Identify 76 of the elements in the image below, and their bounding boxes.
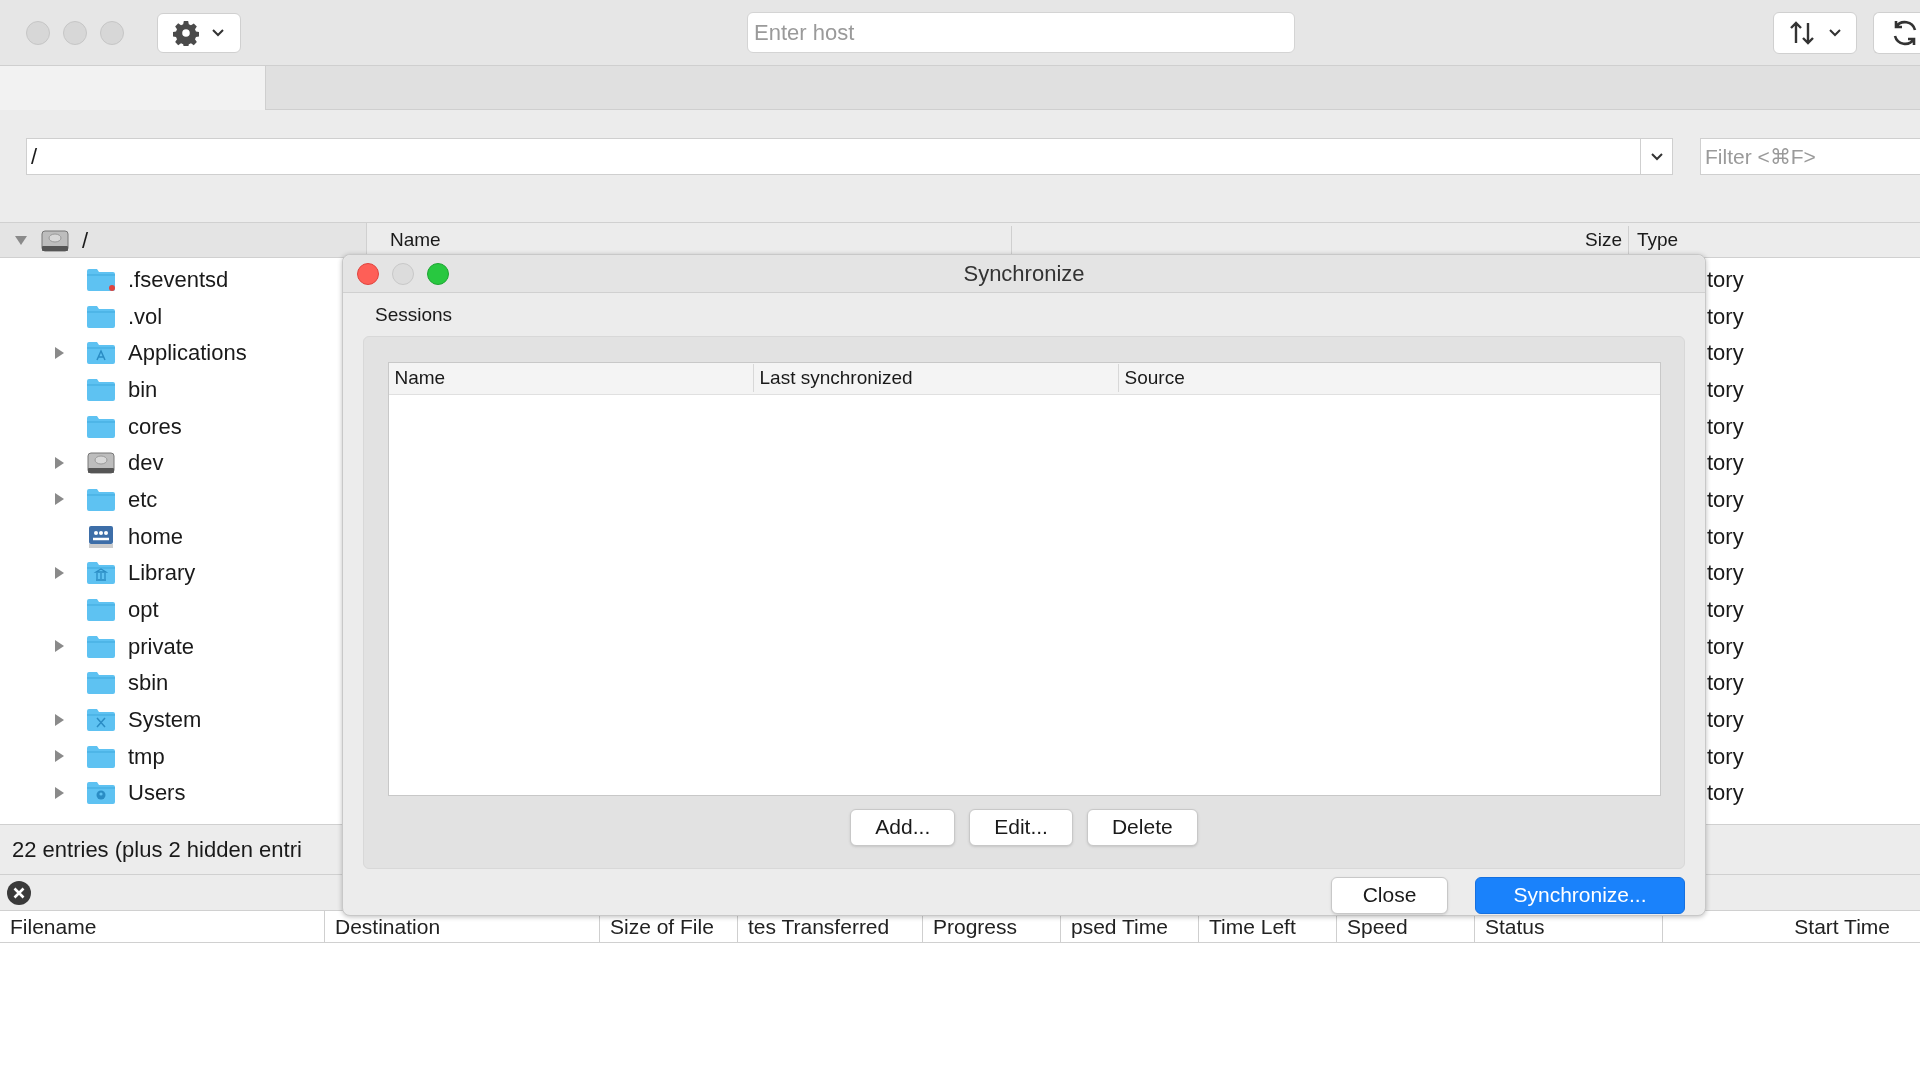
tree-item-label: / bbox=[82, 226, 89, 255]
tree-item-label[interactable]: dev bbox=[128, 446, 164, 480]
dialog-button[interactable]: Add... bbox=[850, 808, 956, 846]
disclosure-triangle-icon[interactable] bbox=[52, 455, 66, 470]
type-cell-text: tory bbox=[1707, 742, 1744, 771]
zoom-window-button[interactable] bbox=[427, 262, 449, 285]
column-header[interactable]: Name bbox=[388, 363, 754, 393]
dialog-button[interactable]: Edit... bbox=[969, 808, 1073, 846]
column-header[interactable]: Type bbox=[1629, 225, 1679, 255]
users-folder-icon bbox=[86, 779, 116, 807]
hard-drive-icon bbox=[86, 449, 116, 477]
close-icon[interactable] bbox=[6, 879, 32, 906]
tree-item-label[interactable]: System bbox=[128, 703, 202, 737]
disclosure-triangle-icon[interactable] bbox=[52, 712, 66, 727]
tree-item-label[interactable]: etc bbox=[128, 482, 158, 516]
column-header[interactable]: Last synchronized bbox=[753, 363, 1119, 393]
type-cell-text: tory bbox=[1707, 265, 1744, 294]
tree-item-label[interactable]: Applications bbox=[128, 336, 247, 370]
path-value: / bbox=[30, 143, 39, 171]
dialog-button[interactable]: Delete bbox=[1086, 808, 1198, 846]
dialog-title: Synchronize bbox=[963, 260, 1085, 288]
disclosure-triangle-icon[interactable] bbox=[52, 345, 66, 360]
type-cell-text: tory bbox=[1707, 596, 1744, 625]
tree-item-label[interactable]: Library bbox=[128, 556, 196, 590]
type-cell-text: tory bbox=[1707, 559, 1744, 588]
type-cell-text: tory bbox=[1707, 412, 1744, 441]
filter-field[interactable]: Filter <⌘F> bbox=[1700, 138, 1920, 175]
status-text: 22 entries (plus 2 hidden entri bbox=[12, 836, 302, 864]
type-cell-text: tory bbox=[1707, 779, 1744, 808]
tree-item-label[interactable]: home bbox=[128, 519, 184, 553]
tree-item-label[interactable]: cores bbox=[128, 409, 182, 443]
tree-item-label[interactable]: bin bbox=[128, 372, 158, 406]
up-down-arrows-icon bbox=[1788, 19, 1816, 47]
library-folder-icon bbox=[86, 559, 116, 587]
type-cell-text: tory bbox=[1707, 522, 1744, 551]
tree-root-item[interactable]: / bbox=[0, 223, 366, 258]
column-header[interactable]: Filename bbox=[0, 910, 325, 943]
close-window-button[interactable] bbox=[357, 262, 379, 285]
type-cell-text: tory bbox=[1707, 706, 1744, 735]
type-cell-text: tory bbox=[1707, 375, 1744, 404]
disclosure-triangle-icon[interactable] bbox=[14, 233, 28, 247]
tree-item-label[interactable]: Users bbox=[128, 776, 186, 810]
tree-item-label[interactable]: sbin bbox=[128, 666, 169, 700]
dialog-button[interactable]: Close bbox=[1331, 876, 1448, 914]
tree-item-label[interactable]: opt bbox=[128, 593, 159, 627]
applications-folder-icon bbox=[86, 339, 116, 367]
folder-icon bbox=[86, 596, 116, 624]
chevron-down-icon bbox=[1649, 151, 1664, 162]
column-header[interactable]: Source bbox=[1118, 363, 1185, 393]
refresh-button[interactable] bbox=[1873, 12, 1920, 54]
chevron-down-icon bbox=[211, 27, 225, 38]
disclosure-triangle-icon[interactable] bbox=[52, 565, 66, 580]
type-cell-text: tory bbox=[1707, 449, 1744, 478]
disclosure-triangle-icon[interactable] bbox=[52, 639, 66, 654]
disclosure-triangle-icon[interactable] bbox=[52, 492, 66, 507]
section-label: Sessions bbox=[375, 303, 454, 327]
type-cell-text: tory bbox=[1707, 669, 1744, 698]
host-field[interactable]: Enter host bbox=[747, 12, 1295, 53]
disclosure-triangle-icon[interactable] bbox=[52, 785, 66, 800]
path-combo-box[interactable]: / bbox=[26, 138, 1673, 175]
dialog-button[interactable]: Synchronize... bbox=[1475, 876, 1685, 914]
tree-item-label[interactable]: private bbox=[128, 629, 195, 663]
tree-item-label[interactable]: tmp bbox=[128, 739, 165, 773]
tree-item-label[interactable]: .vol bbox=[128, 299, 163, 333]
transfer-menu-button[interactable] bbox=[1773, 12, 1857, 54]
type-cell-text: tory bbox=[1707, 339, 1744, 368]
type-cell-text: tory bbox=[1707, 302, 1744, 331]
disclosure-triangle-icon[interactable] bbox=[52, 749, 66, 764]
settings-menu-button[interactable] bbox=[157, 12, 241, 53]
system-folder-icon bbox=[86, 706, 116, 734]
folder-icon bbox=[86, 669, 116, 697]
type-cell-text: tory bbox=[1707, 485, 1744, 514]
type-cell-text: tory bbox=[1707, 632, 1744, 661]
settings-icon bbox=[173, 19, 199, 46]
chevron-down-icon bbox=[1828, 28, 1842, 38]
tree-item-label[interactable]: .fseventsd bbox=[128, 262, 229, 296]
